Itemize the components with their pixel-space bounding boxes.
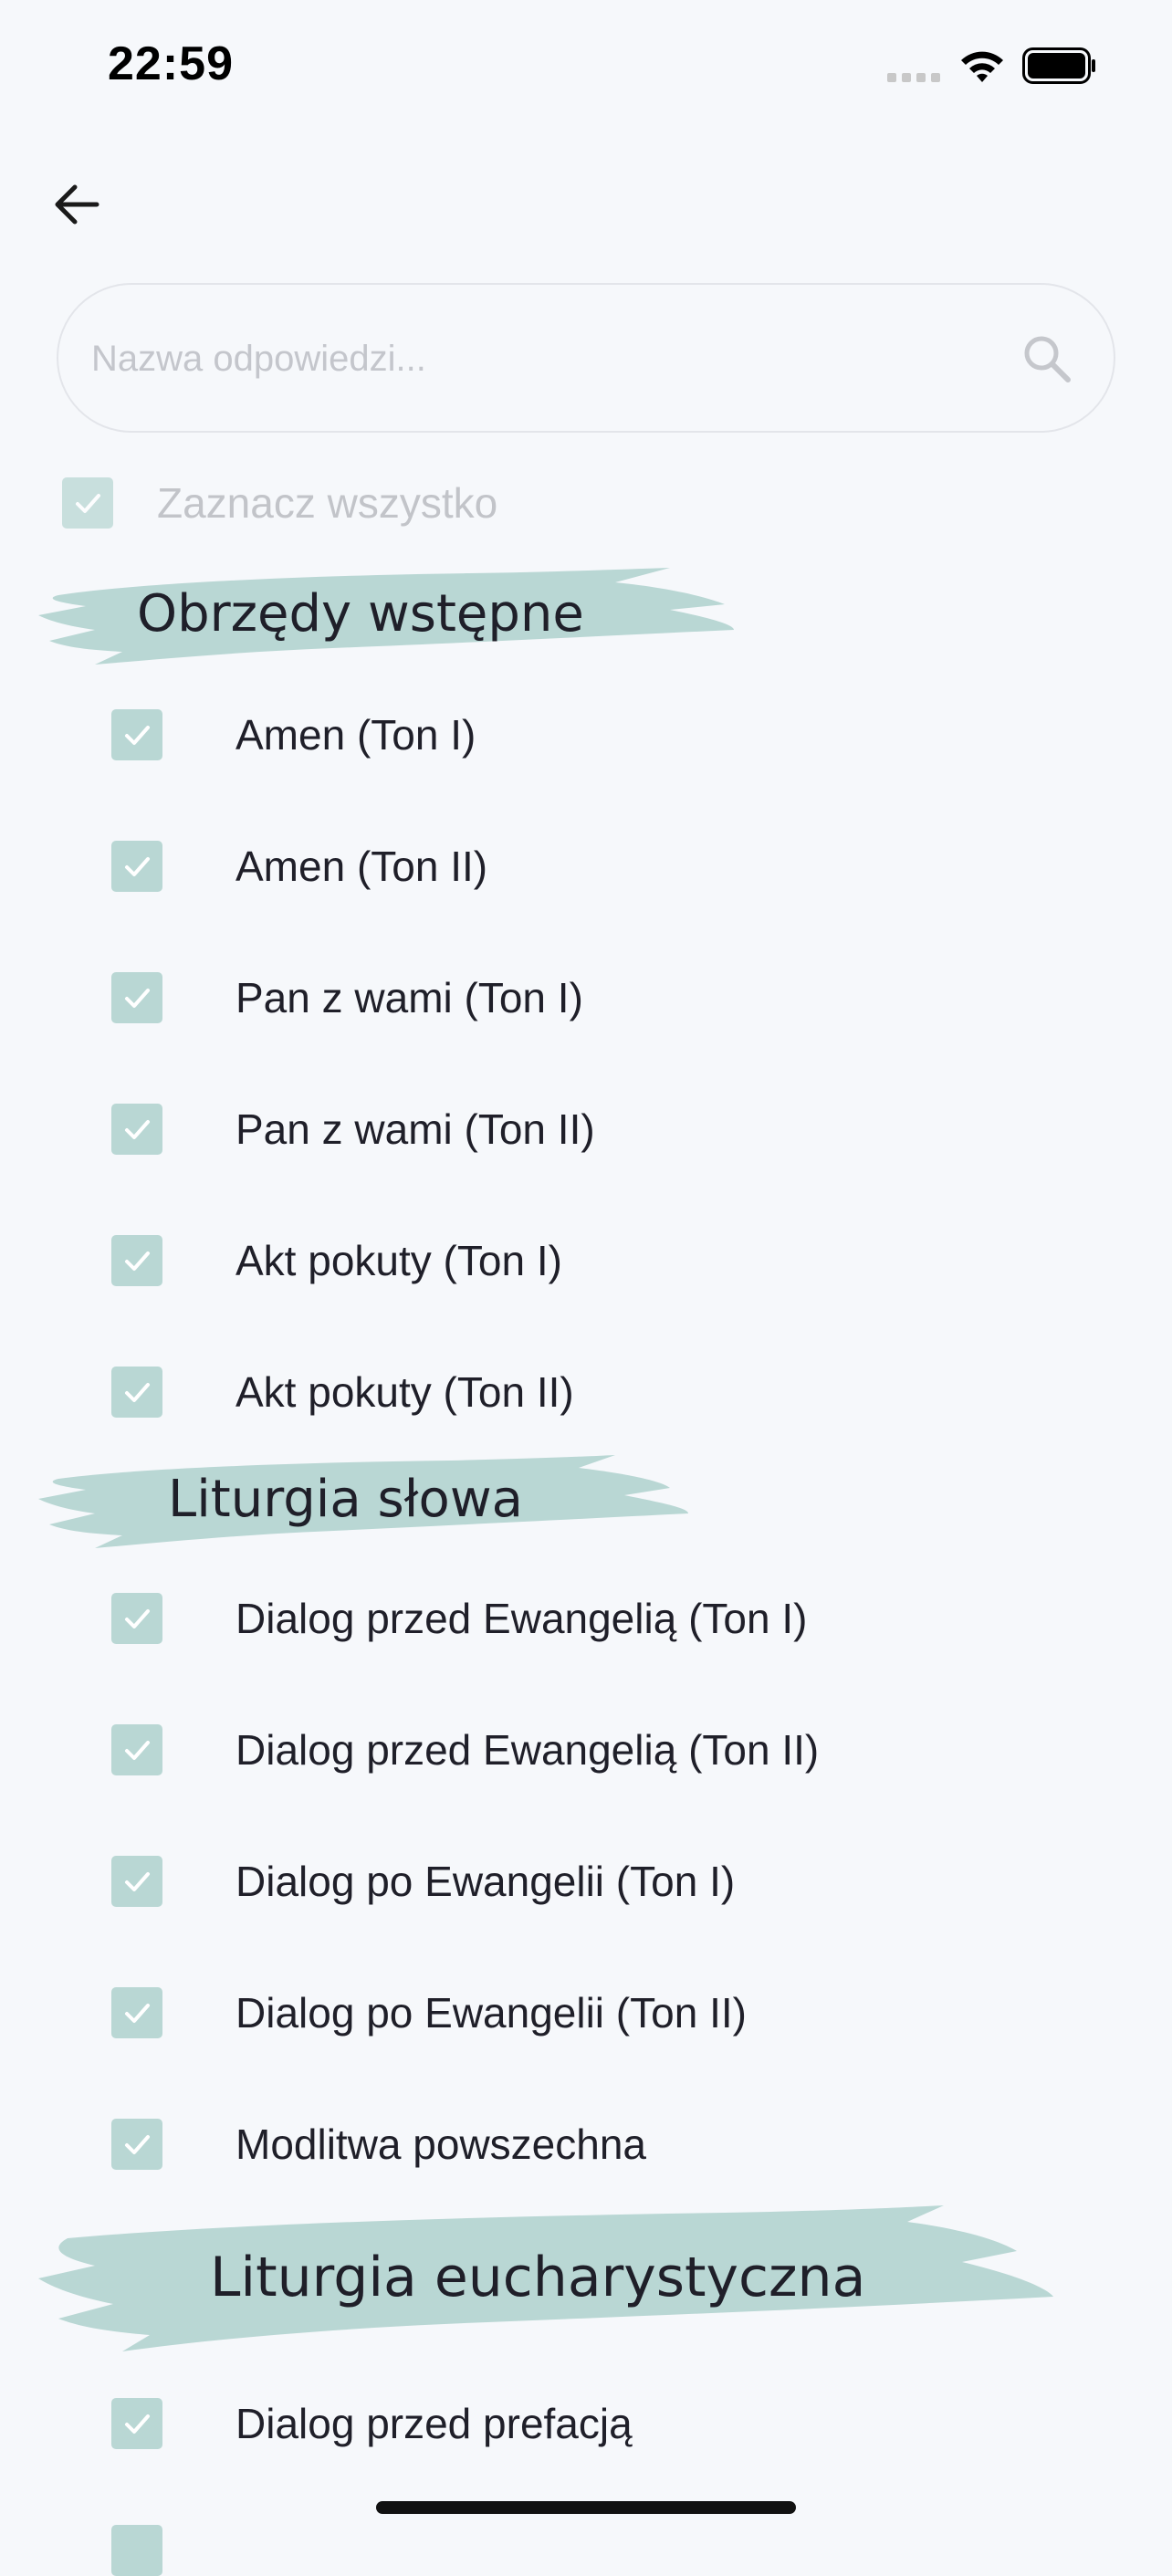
list-item[interactable]: Akt pokuty (Ton II) — [111, 1360, 574, 1424]
check-icon — [125, 857, 150, 876]
item-label: Pan z wami (Ton I) — [235, 974, 583, 1021]
arrow-left-icon — [55, 184, 99, 225]
back-button[interactable] — [44, 172, 110, 237]
item-checkbox[interactable] — [111, 1724, 162, 1775]
item-label: Amen (Ton I) — [235, 711, 476, 759]
list-item[interactable]: Dialog po Ewangelii (Ton II) — [111, 1981, 747, 2045]
item-checkbox[interactable] — [111, 1367, 162, 1418]
list-item[interactable]: Amen (Ton II) — [111, 834, 487, 898]
item-checkbox[interactable] — [111, 1104, 162, 1155]
check-icon — [76, 494, 100, 513]
section-title: Liturgia eucharystyczna — [210, 2246, 866, 2309]
item-checkbox[interactable] — [111, 972, 162, 1023]
item-checkbox[interactable] — [111, 1235, 162, 1286]
list-item[interactable]: Dialog przed Ewangelią (Ton II) — [111, 1718, 819, 1782]
item-label: Akt pokuty (Ton I) — [235, 1237, 562, 1284]
select-all-checkbox[interactable] — [62, 477, 113, 529]
check-icon — [125, 1741, 150, 1760]
check-icon — [125, 2414, 150, 2434]
item-checkbox[interactable] — [111, 709, 162, 760]
search-input[interactable] — [89, 285, 1006, 433]
item-checkbox[interactable] — [111, 2119, 162, 2170]
check-icon — [125, 2004, 150, 2023]
check-icon — [125, 726, 150, 745]
check-icon — [125, 1872, 150, 1891]
list-item[interactable]: Dialog przed prefacją — [111, 2392, 633, 2456]
item-label: Dialog po Ewangelii (Ton II) — [235, 1989, 747, 2037]
item-checkbox[interactable] — [111, 841, 162, 892]
wifi-icon — [961, 51, 1003, 82]
item-label: Dialog przed Ewangelią (Ton I) — [235, 1595, 808, 1642]
list-item[interactable]: Pan z wami (Ton I) — [111, 966, 583, 1030]
check-icon — [125, 1383, 150, 1402]
check-icon — [125, 1120, 150, 1139]
section-title: Obrzędy wstępne — [137, 584, 584, 644]
list-item[interactable]: Akt pokuty (Ton I) — [111, 1229, 562, 1293]
check-icon — [125, 1609, 150, 1628]
search-box — [57, 283, 1115, 433]
section-header-liturgia-slowa: Liturgia słowa — [31, 1451, 697, 1554]
item-label: Modlitwa powszechna — [235, 2120, 647, 2168]
search-icon[interactable] — [1020, 332, 1073, 385]
item-checkbox[interactable] — [111, 1856, 162, 1907]
item-checkbox[interactable] — [111, 1987, 162, 2038]
item-label: Dialog przed Ewangelią (Ton II) — [235, 1726, 820, 1774]
list-item[interactable]: Modlitwa powszechna — [111, 2112, 646, 2176]
list-item[interactable]: Dialog przed Ewangelią (Ton I) — [111, 1586, 807, 1650]
select-all-label: Zaznacz wszystko — [157, 479, 498, 527]
check-icon — [125, 989, 150, 1008]
item-checkbox-partial[interactable] — [111, 2525, 162, 2576]
item-label: Pan z wami (Ton II) — [235, 1105, 595, 1153]
home-indicator — [376, 2501, 796, 2514]
item-label: Akt pokuty (Ton II) — [235, 1368, 574, 1416]
status-time: 22:59 — [108, 37, 234, 90]
item-label: Dialog przed prefacją — [235, 2400, 633, 2447]
section-header-liturgia-eucharystyczna: Liturgia eucharystyczna — [31, 2202, 1062, 2357]
check-icon — [125, 2135, 150, 2154]
battery-icon — [1022, 47, 1095, 84]
item-label: Dialog po Ewangelii (Ton I) — [235, 1858, 736, 1905]
item-checkbox[interactable] — [111, 2398, 162, 2449]
section-header-obrzedy-wstepne: Obrzędy wstępne — [31, 564, 743, 670]
item-checkbox[interactable] — [111, 1593, 162, 1644]
item-label: Amen (Ton II) — [235, 843, 488, 890]
list-item[interactable]: Dialog po Ewangelii (Ton I) — [111, 1849, 735, 1913]
cellular-signal-icon — [887, 73, 940, 82]
select-all-row[interactable]: Zaznacz wszystko — [62, 475, 497, 531]
list-item[interactable]: Pan z wami (Ton II) — [111, 1097, 595, 1161]
check-icon — [125, 1251, 150, 1271]
list-item[interactable]: Amen (Ton I) — [111, 703, 476, 767]
section-title: Liturgia słowa — [168, 1470, 523, 1529]
status-bar: 22:59 — [0, 0, 1172, 128]
